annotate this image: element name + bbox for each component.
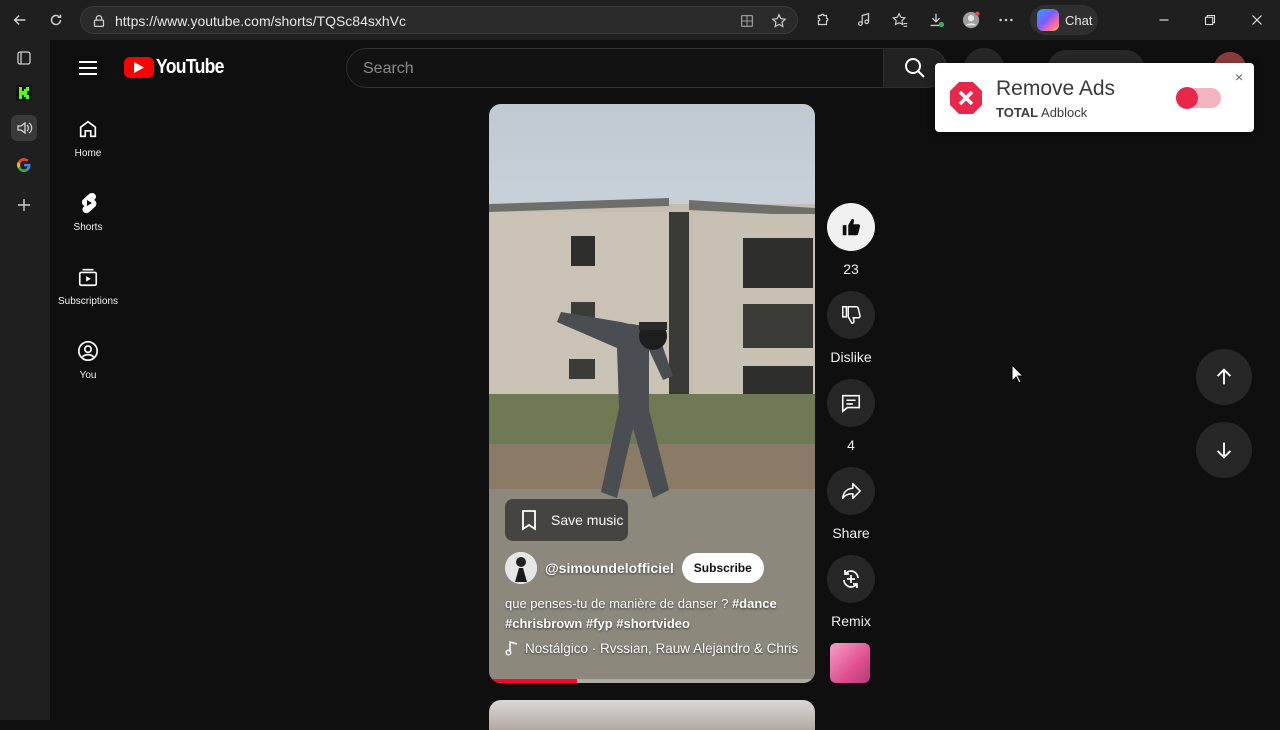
browser-toolbar: https://www.youtube.com/shorts/TQSc84sxh… — [0, 0, 1280, 40]
share-label: Share — [832, 525, 870, 541]
favorite-star-icon[interactable] — [765, 7, 793, 35]
guide-item-you[interactable]: You — [52, 338, 124, 381]
comment-icon — [827, 379, 875, 427]
remove-ads-toggle[interactable] — [1176, 87, 1221, 109]
home-icon — [52, 116, 124, 142]
previous-short-button[interactable] — [1196, 349, 1252, 405]
restore-icon[interactable] — [1196, 6, 1224, 34]
share-icon — [827, 467, 875, 515]
mouse-cursor-icon — [1011, 364, 1025, 384]
more-options-icon[interactable] — [992, 6, 1020, 34]
bookmark-icon — [522, 510, 536, 531]
search-placeholder: Search — [363, 60, 414, 77]
arrow-up-icon — [1216, 368, 1232, 385]
guide-item-home[interactable]: Home — [52, 116, 124, 159]
kick-tab-icon[interactable] — [11, 80, 37, 106]
dislike-button[interactable]: Dislike — [826, 291, 876, 365]
channel-row: @simoundelofficiel Subscribe — [505, 552, 764, 584]
video-progress-bar[interactable] — [489, 679, 815, 683]
adblock-popup: Remove Ads TOTAL Adblock × — [935, 63, 1254, 132]
adblock-x-icon — [950, 82, 982, 114]
adblock-brand-rest: Adblock — [1038, 105, 1088, 120]
remix-label: Remix — [831, 613, 871, 629]
guide-label: Shorts — [73, 222, 103, 233]
address-bar[interactable]: https://www.youtube.com/shorts/TQSc84sxh… — [80, 6, 798, 34]
like-button[interactable]: 23 — [826, 203, 876, 277]
extensions-icon[interactable] — [808, 6, 836, 34]
shorts-video-player[interactable]: Save music @simoundelofficiel Subscribe … — [489, 104, 815, 683]
subscribe-button[interactable]: Subscribe — [681, 553, 764, 583]
you-icon — [52, 338, 124, 364]
shorts-icon — [52, 190, 124, 216]
like-count: 23 — [843, 261, 859, 277]
description-text: que penses-tu de manière de danser ? — [505, 596, 729, 611]
media-control-icon[interactable] — [850, 6, 878, 34]
subscriptions-icon — [52, 264, 124, 290]
channel-avatar[interactable] — [505, 552, 537, 584]
audio-tab-icon[interactable] — [11, 115, 37, 141]
google-tab-icon[interactable] — [11, 152, 37, 178]
site-info-icon[interactable] — [85, 7, 113, 35]
comment-count: 4 — [847, 437, 855, 453]
music-note-icon — [505, 641, 518, 656]
copilot-chat-button[interactable]: Chat — [1030, 5, 1098, 35]
remix-button[interactable]: Remix — [826, 555, 876, 629]
refresh-icon[interactable] — [42, 6, 70, 34]
hashtags[interactable]: #chrisbrown #fyp #shortvideo — [505, 616, 690, 631]
adblock-title: Remove Ads — [996, 77, 1116, 100]
chat-label: Chat — [1065, 12, 1093, 28]
toggle-knob — [1176, 87, 1198, 109]
adblock-brand: TOTAL Adblock — [996, 105, 1087, 120]
add-tab-icon[interactable] — [11, 192, 37, 218]
guide-label: Home — [74, 148, 102, 159]
search-input[interactable]: Search — [346, 48, 884, 88]
search-icon — [905, 58, 925, 78]
guide-item-subscriptions[interactable]: Subscriptions — [52, 264, 124, 307]
dislike-label: Dislike — [830, 349, 872, 365]
close-window-icon[interactable] — [1243, 6, 1271, 34]
music-link[interactable]: Nostálgico · Rvssian, Rauw Alejandro & C… — [505, 640, 801, 656]
next-short-preview[interactable] — [489, 700, 815, 730]
share-button[interactable]: Share — [826, 467, 876, 541]
youtube-wordmark: YouTube — [156, 56, 224, 78]
adblock-close-icon[interactable]: × — [1235, 69, 1243, 85]
guide-label: Subscriptions — [57, 296, 119, 307]
music-title: Nostálgico · Rvssian, Rauw Alejandro & C… — [525, 640, 799, 656]
comments-button[interactable]: 4 — [826, 379, 876, 453]
youtube-logo[interactable]: YouTube — [124, 56, 233, 79]
youtube-page: YouTube Search Home Shorts Subscriptions… — [52, 40, 1280, 730]
back-icon[interactable] — [6, 6, 34, 34]
downloads-icon[interactable] — [922, 6, 950, 34]
like-icon — [827, 203, 875, 251]
youtube-play-icon — [124, 57, 154, 78]
hashtag-dance[interactable]: #dance — [732, 596, 777, 611]
split-screen-icon[interactable] — [733, 7, 761, 35]
save-music-label: Save music — [551, 512, 624, 528]
favorites-icon[interactable] — [886, 6, 914, 34]
channel-name[interactable]: @simoundelofficiel — [545, 560, 674, 576]
save-music-button[interactable]: Save music — [505, 499, 628, 541]
sound-thumbnail[interactable] — [830, 643, 870, 683]
video-description[interactable]: que penses-tu de manière de danser ? #da… — [505, 594, 805, 634]
adblock-brand-bold: TOTAL — [996, 105, 1039, 120]
remix-icon — [827, 555, 875, 603]
guide-item-shorts[interactable]: Shorts — [52, 190, 124, 233]
copilot-icon — [1037, 9, 1059, 31]
menu-icon[interactable] — [76, 56, 100, 85]
browser-sidebar — [0, 40, 50, 720]
profile-icon[interactable] — [957, 6, 985, 34]
arrow-down-icon — [1216, 442, 1232, 459]
minimize-icon[interactable] — [1150, 6, 1178, 34]
video-progress-fill — [489, 679, 578, 683]
url-text: https://www.youtube.com/shorts/TQSc84sxh… — [115, 13, 407, 29]
tab-actions-icon[interactable] — [11, 45, 37, 71]
next-short-button[interactable] — [1196, 422, 1252, 478]
dislike-icon — [827, 291, 875, 339]
guide-label: You — [79, 370, 97, 381]
